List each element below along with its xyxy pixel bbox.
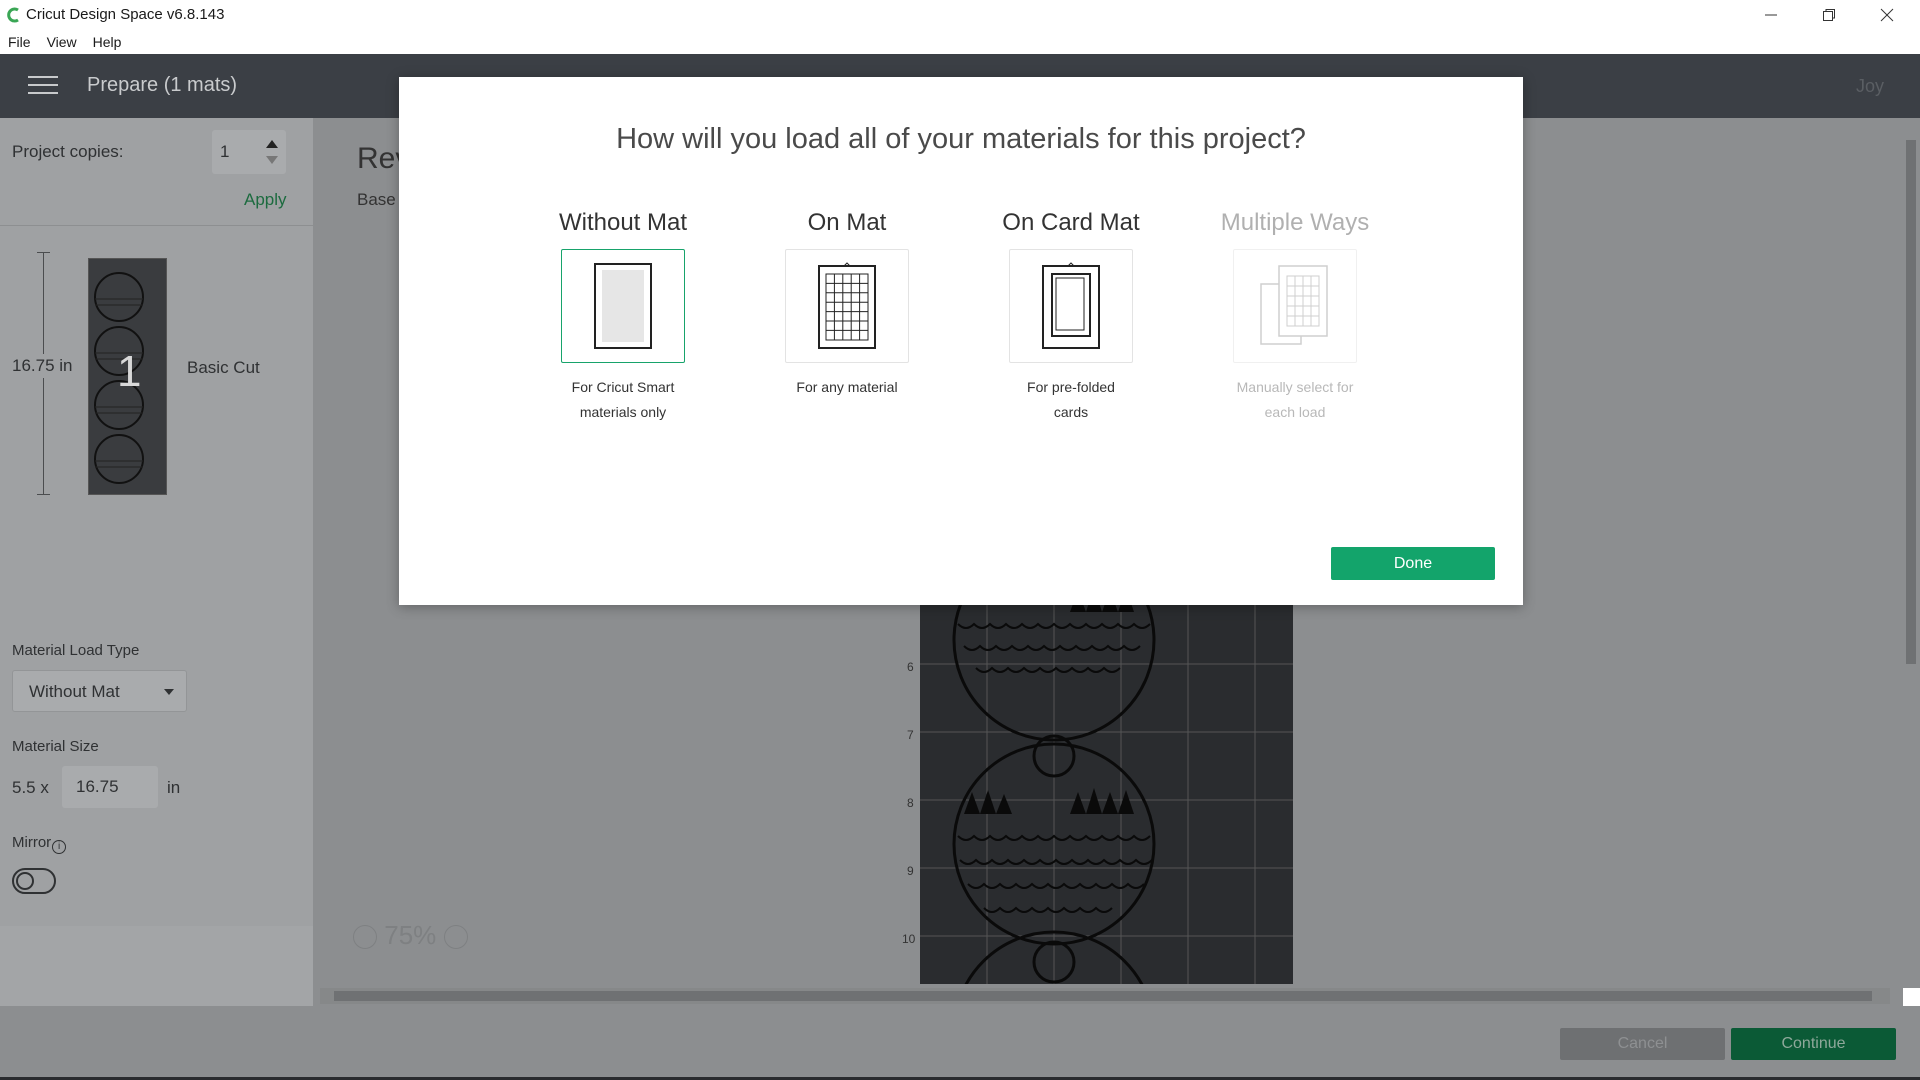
zoom-level: 75% (384, 920, 437, 950)
on-mat-icon (818, 262, 876, 349)
option-description-line: For any material (796, 379, 898, 395)
option-title: Multiple Ways (1220, 209, 1370, 236)
option-on-mat[interactable]: On Mat For any material (747, 209, 947, 400)
zoom-out-icon[interactable] (353, 925, 377, 950)
option-title: On Card Mat (1002, 209, 1140, 236)
toggle-knob (16, 872, 34, 890)
vertical-scrollbar-thumb[interactable] (1906, 140, 1916, 664)
main-subheading: Base (357, 190, 396, 209)
option-card-on-mat[interactable] (785, 249, 909, 363)
option-card-without-mat[interactable] (561, 249, 685, 363)
minimize-icon (1765, 14, 1777, 16)
mat-canvas[interactable] (920, 604, 1293, 984)
left-footer-area (0, 1006, 313, 1080)
option-description-line: each load (1264, 404, 1326, 420)
cancel-button[interactable]: Cancel (1560, 1028, 1725, 1060)
option-description: For pre-folded cards (971, 375, 1171, 425)
mirror-label-text: Mirror (12, 834, 52, 851)
title-bar: Cricut Design Space v6.8.143 (0, 0, 1920, 30)
increment-arrow-icon[interactable] (266, 140, 278, 148)
ruler-number: 7 (907, 728, 914, 742)
mat-cut-type: Basic Cut (187, 358, 260, 377)
ruler-number: 9 (907, 864, 914, 878)
option-title: Without Mat (558, 209, 688, 236)
project-copies-label: Project copies: (12, 142, 124, 161)
zoom-control: 75% (353, 920, 468, 951)
material-size-label: Material Size (12, 738, 99, 755)
option-title: On Mat (807, 209, 887, 236)
option-card-card-mat[interactable] (1009, 249, 1133, 363)
option-card-multiple-ways (1233, 249, 1357, 363)
dimension-cap (37, 494, 50, 495)
card-mat-icon (1042, 262, 1100, 349)
menu-file[interactable]: File (8, 34, 31, 50)
multiple-ways-icon (1260, 265, 1328, 345)
project-copies-value: 1 (220, 142, 230, 161)
option-description-line: For Cricut Smart (571, 379, 675, 395)
option-description: For any material (747, 375, 947, 400)
continue-button[interactable]: Continue (1731, 1028, 1896, 1060)
material-load-type-label: Material Load Type (12, 642, 140, 659)
ruler-number: 6 (907, 660, 914, 674)
menu-bar: File View Help (0, 30, 1920, 54)
cricut-logo-icon (7, 7, 19, 23)
mat-thumbnail[interactable]: 1 (88, 258, 167, 495)
project-copies-input[interactable]: 1 (212, 130, 286, 174)
user-name[interactable]: Joy (1856, 76, 1884, 97)
horizontal-scrollbar-thumb[interactable] (334, 991, 1872, 1001)
material-load-type-select[interactable]: Without Mat (12, 670, 187, 712)
menu-view[interactable]: View (47, 34, 77, 50)
horizontal-scrollbar[interactable] (320, 988, 1890, 1004)
hamburger-menu-icon[interactable] (28, 76, 58, 98)
restore-icon (1823, 9, 1835, 21)
info-icon[interactable]: i (52, 840, 67, 854)
decrement-arrow-icon[interactable] (266, 156, 278, 164)
done-button[interactable]: Done (1331, 547, 1495, 580)
menu-help[interactable]: Help (93, 34, 122, 50)
restore-button[interactable] (1800, 0, 1858, 30)
option-multiple-ways: Multiple Ways Manually select for each l… (1195, 209, 1395, 425)
mat-canvas-drawing (920, 604, 1293, 984)
material-load-type-value: Without Mat (29, 682, 120, 701)
left-panel: Project copies: 1 Apply 16.75 in 1 Basic… (0, 118, 313, 1080)
option-description-line: For pre-folded (1027, 379, 1115, 395)
mirror-label: Mirror i (12, 834, 67, 854)
apply-button[interactable]: Apply (244, 190, 287, 210)
option-description: Manually select for each load (1195, 375, 1395, 425)
option-without-mat[interactable]: Without Mat For Cricut Smart materials o… (523, 209, 723, 425)
chevron-down-icon (164, 689, 174, 695)
close-icon (1880, 8, 1894, 22)
material-size-unit: in (167, 778, 181, 797)
zoom-in-icon[interactable] (443, 925, 468, 950)
mat-length-label: 16.75 in (10, 354, 75, 378)
page-title: Prepare (1 mats) (87, 74, 238, 96)
option-description: For Cricut Smart materials only (523, 375, 723, 425)
ruler-number: 10 (902, 932, 916, 946)
ruler-number: 8 (907, 796, 914, 810)
vertical-scrollbar[interactable] (1902, 118, 1920, 988)
project-copies-section: Project copies: 1 Apply (0, 118, 313, 226)
without-mat-icon (594, 263, 652, 349)
material-height-input[interactable]: 16.75 (62, 766, 158, 808)
option-description-line: materials only (579, 404, 667, 420)
option-description-line: cards (1053, 404, 1089, 420)
window-title: Cricut Design Space v6.8.143 (26, 6, 225, 23)
option-on-card-mat[interactable]: On Card Mat For pre-folded cards (971, 209, 1171, 425)
dialog-title: How will you load all of your materials … (616, 123, 1306, 155)
load-materials-dialog: How will you load all of your materials … (399, 77, 1523, 605)
mat-number: 1 (117, 347, 142, 396)
option-description-line: Manually select for (1236, 379, 1354, 395)
close-button[interactable] (1858, 0, 1916, 30)
material-width: 5.5 x (12, 778, 49, 797)
mirror-toggle[interactable] (12, 868, 56, 894)
mat-list: 16.75 in 1 Basic Cut Material Load Type … (0, 226, 313, 926)
material-height-value: 16.75 (76, 777, 119, 796)
minimize-button[interactable] (1742, 0, 1800, 30)
